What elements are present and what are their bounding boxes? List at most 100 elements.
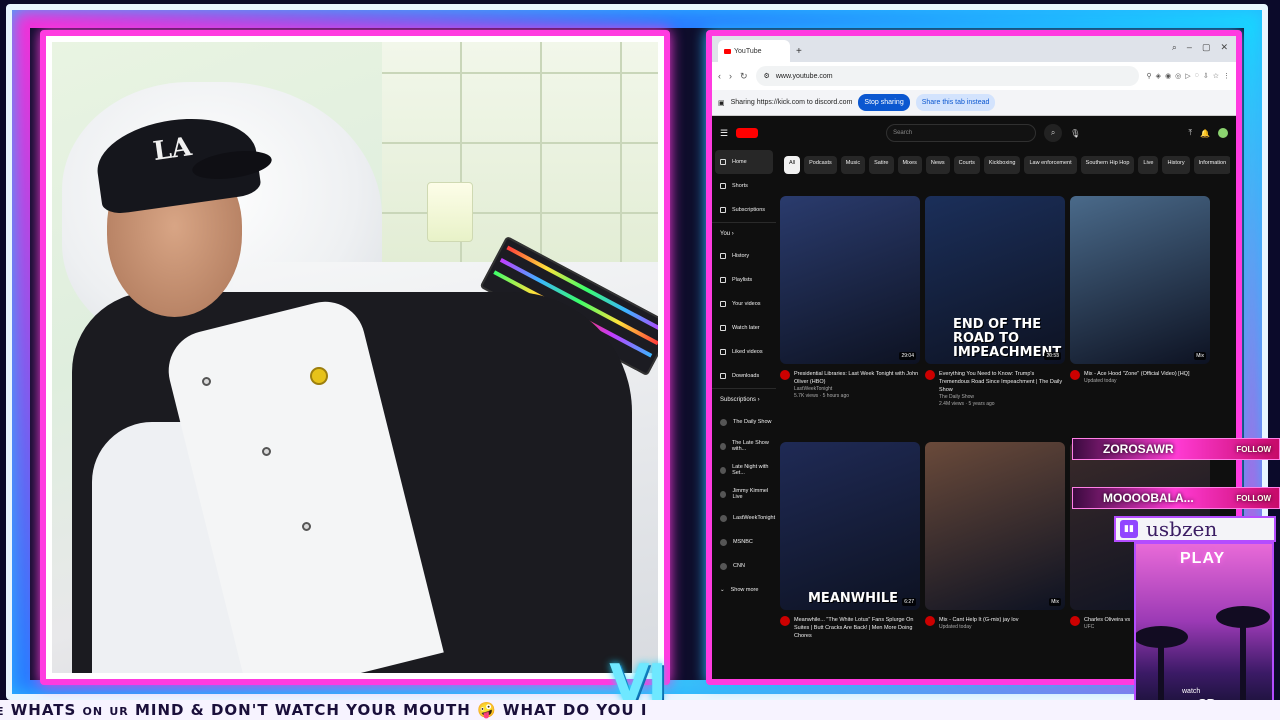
sidebar-item-watch-later[interactable]: Watch later bbox=[712, 316, 776, 340]
extension-icon[interactable]: ◌ bbox=[1195, 72, 1199, 80]
search-icon[interactable]: ⌕ bbox=[1044, 124, 1063, 142]
sidebar-item-downloads[interactable]: Downloads bbox=[712, 364, 776, 388]
close-icon[interactable]: ✕ bbox=[1220, 42, 1228, 53]
video-title[interactable]: Meanwhile... "The White Lotus" Fans Splu… bbox=[794, 616, 920, 640]
category-chip[interactable]: History bbox=[1162, 156, 1190, 174]
youtube-logo-icon[interactable] bbox=[736, 128, 759, 138]
create-icon[interactable]: ⤒ bbox=[1188, 128, 1192, 138]
video-title[interactable]: Everything You Need to Know: Trump's Tre… bbox=[939, 370, 1065, 394]
channel-avatar[interactable] bbox=[925, 370, 935, 380]
mic-icon[interactable]: 🎙 bbox=[1070, 129, 1080, 138]
sidebar-item-liked-videos[interactable]: Liked videos bbox=[712, 340, 776, 364]
sidebar-item-shorts[interactable]: Shorts bbox=[712, 174, 776, 198]
sharing-text: Sharing https://kick.com to discord.com bbox=[730, 99, 853, 106]
category-chips: All Podcasts Music Satire Mixes News Courts Kic… bbox=[784, 156, 1230, 174]
category-chip[interactable]: Live bbox=[1138, 156, 1159, 174]
category-chip[interactable]: Satire bbox=[869, 156, 894, 174]
channel-avatar[interactable] bbox=[780, 370, 790, 380]
channel-name[interactable]: UFC bbox=[1084, 624, 1130, 631]
hamburger-menu-icon[interactable]: ☰ bbox=[720, 128, 728, 139]
site-info-icon[interactable]: ⚙ bbox=[764, 72, 770, 80]
sidebar-item-your-videos[interactable]: Your videos bbox=[712, 292, 776, 316]
channel-name[interactable]: Updated today bbox=[1084, 378, 1190, 385]
new-tab-icon[interactable]: + bbox=[796, 46, 802, 57]
video-thumbnail[interactable]: 29:04 bbox=[780, 196, 920, 364]
video-duration: 20:53 bbox=[1044, 352, 1061, 360]
channel-avatar[interactable] bbox=[1070, 616, 1080, 626]
back-icon[interactable]: ‹ bbox=[718, 71, 721, 81]
video-title[interactable]: Mix - Ace Hood "Zone" (Official Video) [… bbox=[1084, 370, 1190, 378]
browser-tab[interactable]: YouTube bbox=[718, 40, 790, 62]
url-field[interactable]: ⚙ www.youtube.com bbox=[755, 66, 1139, 86]
notifications-icon[interactable]: 🔔 bbox=[1200, 129, 1210, 138]
show-more-button[interactable]: ⌄ Show more bbox=[712, 578, 776, 602]
video-card[interactable]: MEANWHILE 6:27 Meanwhile... "The White Lot… bbox=[780, 442, 920, 678]
video-title[interactable]: Mix - Cant Help It (G-mix) jay lov bbox=[939, 616, 1018, 624]
subscription-item[interactable]: MSNBC bbox=[712, 530, 776, 554]
masthead-actions: ⤒ 🔔 bbox=[1188, 128, 1228, 138]
video-title[interactable]: Presidential Libraries: Last Week Tonigh… bbox=[794, 370, 920, 386]
sidebar-item-playlists[interactable]: Playlists bbox=[712, 268, 776, 292]
maximize-icon[interactable]: ▢ bbox=[1202, 42, 1211, 53]
ticker-bar: e WHATS on ur MIND & DON'T WATCH YOUR MO… bbox=[0, 700, 1280, 720]
category-chip[interactable]: Courts bbox=[953, 156, 980, 174]
channel-avatar[interactable] bbox=[1070, 370, 1080, 380]
video-thumbnail[interactable]: END OF THE ROAD TO IMPEACHMENT 20:53 bbox=[925, 196, 1065, 364]
sidebar-item-subscriptions[interactable]: Subscriptions bbox=[712, 198, 776, 222]
video-card[interactable]: Mix Mix - Ace Hood "Zone" (Official Video… bbox=[1070, 196, 1210, 432]
category-chip[interactable]: Podcasts bbox=[804, 156, 837, 174]
category-chip[interactable]: Law enforcement bbox=[1024, 156, 1077, 174]
sidebar-item-history[interactable]: History bbox=[712, 244, 776, 268]
follow-label: FOLLOW bbox=[1236, 493, 1271, 503]
subscription-item[interactable]: Jimmy Kimmel Live bbox=[712, 482, 776, 506]
subscription-item[interactable]: LastWeekTonight bbox=[712, 506, 776, 530]
search-input[interactable]: Search bbox=[886, 124, 1037, 142]
zoom-icon[interactable]: ⚲ bbox=[1147, 72, 1152, 80]
share-icon: ▣ bbox=[718, 99, 725, 107]
video-title[interactable]: Charles Oliveira vs bbox=[1084, 616, 1130, 624]
video-thumbnail[interactable]: Mix bbox=[925, 442, 1065, 610]
sidebar-section-you[interactable]: You › bbox=[712, 222, 776, 244]
tab-strip: YouTube + ⌕ – ▢ ✕ bbox=[712, 36, 1236, 62]
extension-icon[interactable]: ◈ bbox=[1156, 72, 1161, 80]
extension-icon[interactable]: ▷ bbox=[1185, 72, 1190, 80]
sidebar-section-subscriptions[interactable]: Subscriptions › bbox=[712, 388, 776, 410]
category-chip[interactable]: Kickboxing bbox=[983, 156, 1021, 174]
subscription-label: Jimmy Kimmel Live bbox=[732, 488, 769, 500]
minimize-icon[interactable]: – bbox=[1187, 42, 1192, 53]
video-card[interactable]: 29:04 Presidential Libraries: Last Week T… bbox=[780, 196, 920, 432]
sidebar-item-home[interactable]: Home bbox=[715, 150, 773, 174]
reload-icon[interactable]: ↻ bbox=[740, 71, 748, 82]
video-card[interactable]: END OF THE ROAD TO IMPEACHMENT 20:53 Every… bbox=[925, 196, 1065, 432]
channel-avatar[interactable] bbox=[925, 616, 935, 626]
share-this-tab-button[interactable]: Share this tab instead bbox=[915, 94, 996, 111]
download-icon[interactable]: ⇩ bbox=[1203, 72, 1209, 80]
search-tabs-icon[interactable]: ⌕ bbox=[1172, 42, 1177, 53]
category-chip[interactable]: Information bbox=[1193, 156, 1230, 174]
bookmark-icon[interactable]: ☆ bbox=[1213, 72, 1219, 80]
avatar[interactable] bbox=[1218, 128, 1228, 138]
extension-icon[interactable]: ◎ bbox=[1175, 72, 1181, 80]
subscription-item[interactable]: Late Night with Set... bbox=[712, 458, 776, 482]
category-chip[interactable]: Southern Hip Hop bbox=[1080, 156, 1135, 174]
category-chip[interactable]: News bbox=[925, 156, 950, 174]
sidebar-icon bbox=[720, 325, 726, 331]
subscription-item[interactable]: The Late Show with... bbox=[712, 434, 776, 458]
show-more-label: Show more bbox=[730, 587, 759, 593]
category-chip[interactable]: Music bbox=[840, 156, 866, 174]
channel-avatar[interactable] bbox=[780, 616, 790, 626]
stop-sharing-button[interactable]: Stop sharing bbox=[858, 94, 910, 111]
subscription-item[interactable]: CNN bbox=[712, 554, 776, 578]
menu-icon[interactable]: ⋮ bbox=[1223, 72, 1230, 80]
category-chip[interactable]: Mixes bbox=[897, 156, 922, 174]
category-chip[interactable]: All bbox=[784, 156, 801, 174]
subscription-item[interactable]: The Daily Show bbox=[712, 410, 776, 434]
video-thumbnail[interactable]: MEANWHILE 6:27 bbox=[780, 442, 920, 610]
video-thumbnail[interactable]: Mix bbox=[1070, 196, 1210, 364]
channel-name[interactable]: The Daily Show bbox=[939, 394, 1065, 401]
video-card[interactable]: Mix Mix - Cant Help It (G-mix) jay lov Upd… bbox=[925, 442, 1065, 678]
channel-name[interactable]: Updated today bbox=[939, 624, 1018, 631]
extension-icon[interactable]: ◉ bbox=[1165, 72, 1171, 80]
channel-name[interactable]: LastWeekTonight bbox=[794, 386, 920, 393]
forward-icon[interactable]: › bbox=[729, 71, 732, 81]
